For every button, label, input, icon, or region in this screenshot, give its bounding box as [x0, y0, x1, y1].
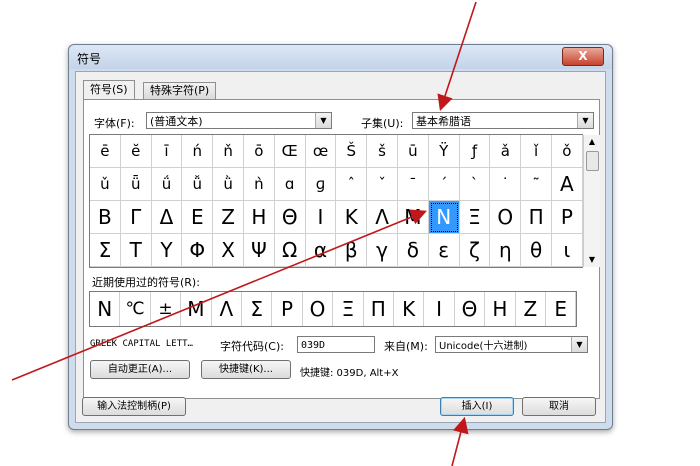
arrow-to-subset [437, 1, 477, 112]
arrow-to-selected-symbol [11, 209, 427, 381]
arrow-to-insert-button [451, 416, 469, 466]
annotation-arrows [11, 1, 477, 466]
